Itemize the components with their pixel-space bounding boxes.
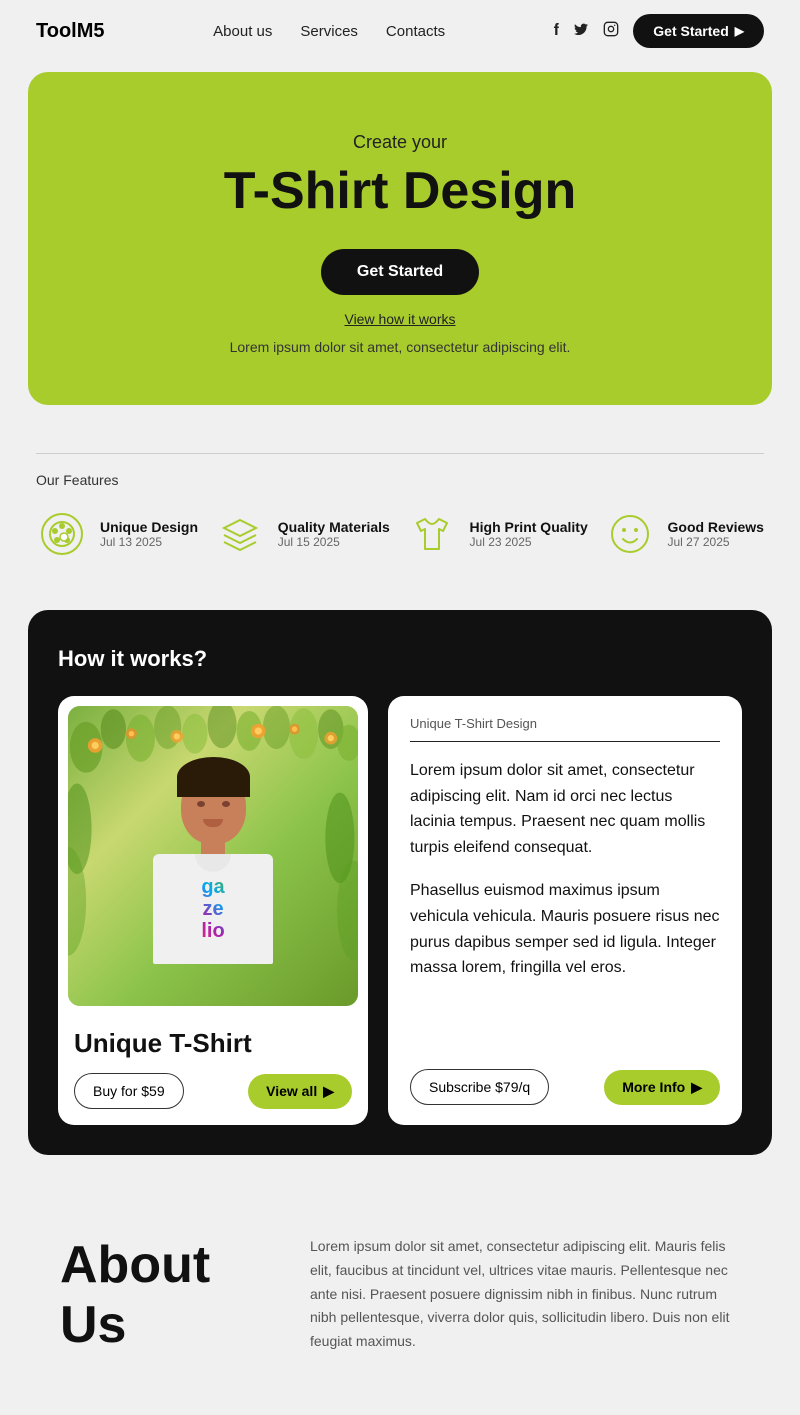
- hero-title: T-Shirt Design: [68, 161, 732, 221]
- card-right-header: Unique T-Shirt Design: [410, 716, 720, 758]
- navbar: ToolM5 About us Services Contacts 𝐟 Get …: [0, 0, 800, 62]
- features-section: Our Features Unique Design Jul 13 2025: [0, 435, 800, 590]
- feature-date-quality: Jul 15 2025: [278, 535, 390, 549]
- navbar-cta-button[interactable]: Get Started ▶: [633, 14, 764, 48]
- card-right-body: Lorem ipsum dolor sit amet, consectetur …: [410, 758, 720, 1053]
- shirt-logo: gazelio: [201, 876, 224, 942]
- layers-icon: [214, 508, 266, 560]
- how-it-works-section: How it works?: [28, 610, 772, 1155]
- palette-icon: [36, 508, 88, 560]
- tshirt-icon: [406, 508, 458, 560]
- hero-cta-button[interactable]: Get Started: [321, 249, 479, 295]
- feature-date-reviews: Jul 27 2025: [668, 535, 764, 549]
- hero-subtitle: Create your: [68, 132, 732, 153]
- card-right-actions: Subscribe $79/q More Info ▶: [410, 1069, 720, 1105]
- about-text: Lorem ipsum dolor sit amet, consectetur …: [310, 1235, 740, 1354]
- social-icons: 𝐟: [554, 21, 620, 42]
- card-left-title: Unique T-Shirt: [74, 1028, 352, 1059]
- arrow-icon: ▶: [735, 24, 744, 38]
- twitter-icon[interactable]: [573, 21, 589, 42]
- how-card-right: Unique T-Shirt Design Lorem ipsum dolor …: [388, 696, 742, 1125]
- feature-high-print: High Print Quality Jul 23 2025: [406, 508, 588, 560]
- subscribe-button[interactable]: Subscribe $79/q: [410, 1069, 549, 1105]
- how-title: How it works?: [58, 646, 742, 672]
- hero-lorem: Lorem ipsum dolor sit amet, consectetur …: [68, 339, 732, 355]
- buy-button[interactable]: Buy for $59: [74, 1073, 184, 1109]
- arrow-right-icon-2: ▶: [691, 1079, 702, 1096]
- hero-view-link[interactable]: View how it works: [68, 311, 732, 327]
- feature-unique-design: Unique Design Jul 13 2025: [36, 508, 198, 560]
- nav-contacts[interactable]: Contacts: [386, 23, 445, 40]
- card-right-subtitle: Unique T-Shirt Design: [410, 716, 720, 731]
- hero-section: Create your T-Shirt Design Get Started V…: [28, 72, 772, 405]
- view-all-button[interactable]: View all ▶: [248, 1074, 352, 1109]
- tshirt-image: gazelio: [68, 706, 358, 1006]
- facebook-icon[interactable]: 𝐟: [554, 22, 560, 40]
- feature-text-unique: Unique Design Jul 13 2025: [100, 519, 198, 549]
- more-info-button[interactable]: More Info ▶: [604, 1070, 720, 1105]
- card-left-actions: Buy for $59 View all ▶: [74, 1073, 352, 1109]
- nav-services[interactable]: Services: [300, 23, 358, 40]
- card-right-body2: Phasellus euismod maximus ipsum vehicula…: [410, 878, 720, 980]
- feature-text-print: High Print Quality Jul 23 2025: [470, 519, 588, 549]
- features-divider: [36, 453, 764, 454]
- card-right-body1: Lorem ipsum dolor sit amet, consectetur …: [410, 758, 720, 860]
- feature-date-print: Jul 23 2025: [470, 535, 588, 549]
- features-grid: Unique Design Jul 13 2025 Quality Materi…: [36, 508, 764, 560]
- features-title: Our Features: [36, 472, 764, 488]
- feature-text-quality: Quality Materials Jul 15 2025: [278, 519, 390, 549]
- about-section: About Us Lorem ipsum dolor sit amet, con…: [0, 1185, 800, 1415]
- logo: ToolM5: [36, 20, 105, 43]
- how-cards: gazelio Unique T-Shirt Buy for $59 View …: [58, 696, 742, 1125]
- card-right-divider: [410, 741, 720, 742]
- feature-good-reviews: Good Reviews Jul 27 2025: [604, 508, 764, 560]
- nav-about[interactable]: About us: [213, 23, 272, 40]
- feature-name-unique: Unique Design: [100, 519, 198, 535]
- feature-quality-materials: Quality Materials Jul 15 2025: [214, 508, 390, 560]
- feature-name-quality: Quality Materials: [278, 519, 390, 535]
- arrow-right-icon: ▶: [323, 1083, 334, 1100]
- nav-links: About us Services Contacts: [213, 23, 445, 40]
- feature-name-reviews: Good Reviews: [668, 519, 764, 535]
- how-card-left-bottom: Unique T-Shirt Buy for $59 View all ▶: [58, 1016, 368, 1125]
- person-background: gazelio: [68, 706, 358, 1006]
- about-title: About Us: [60, 1235, 260, 1355]
- feature-date-unique: Jul 13 2025: [100, 535, 198, 549]
- smile-icon: [604, 508, 656, 560]
- how-card-left: gazelio Unique T-Shirt Buy for $59 View …: [58, 696, 368, 1125]
- feature-text-reviews: Good Reviews Jul 27 2025: [668, 519, 764, 549]
- feature-name-print: High Print Quality: [470, 519, 588, 535]
- instagram-icon[interactable]: [603, 21, 619, 42]
